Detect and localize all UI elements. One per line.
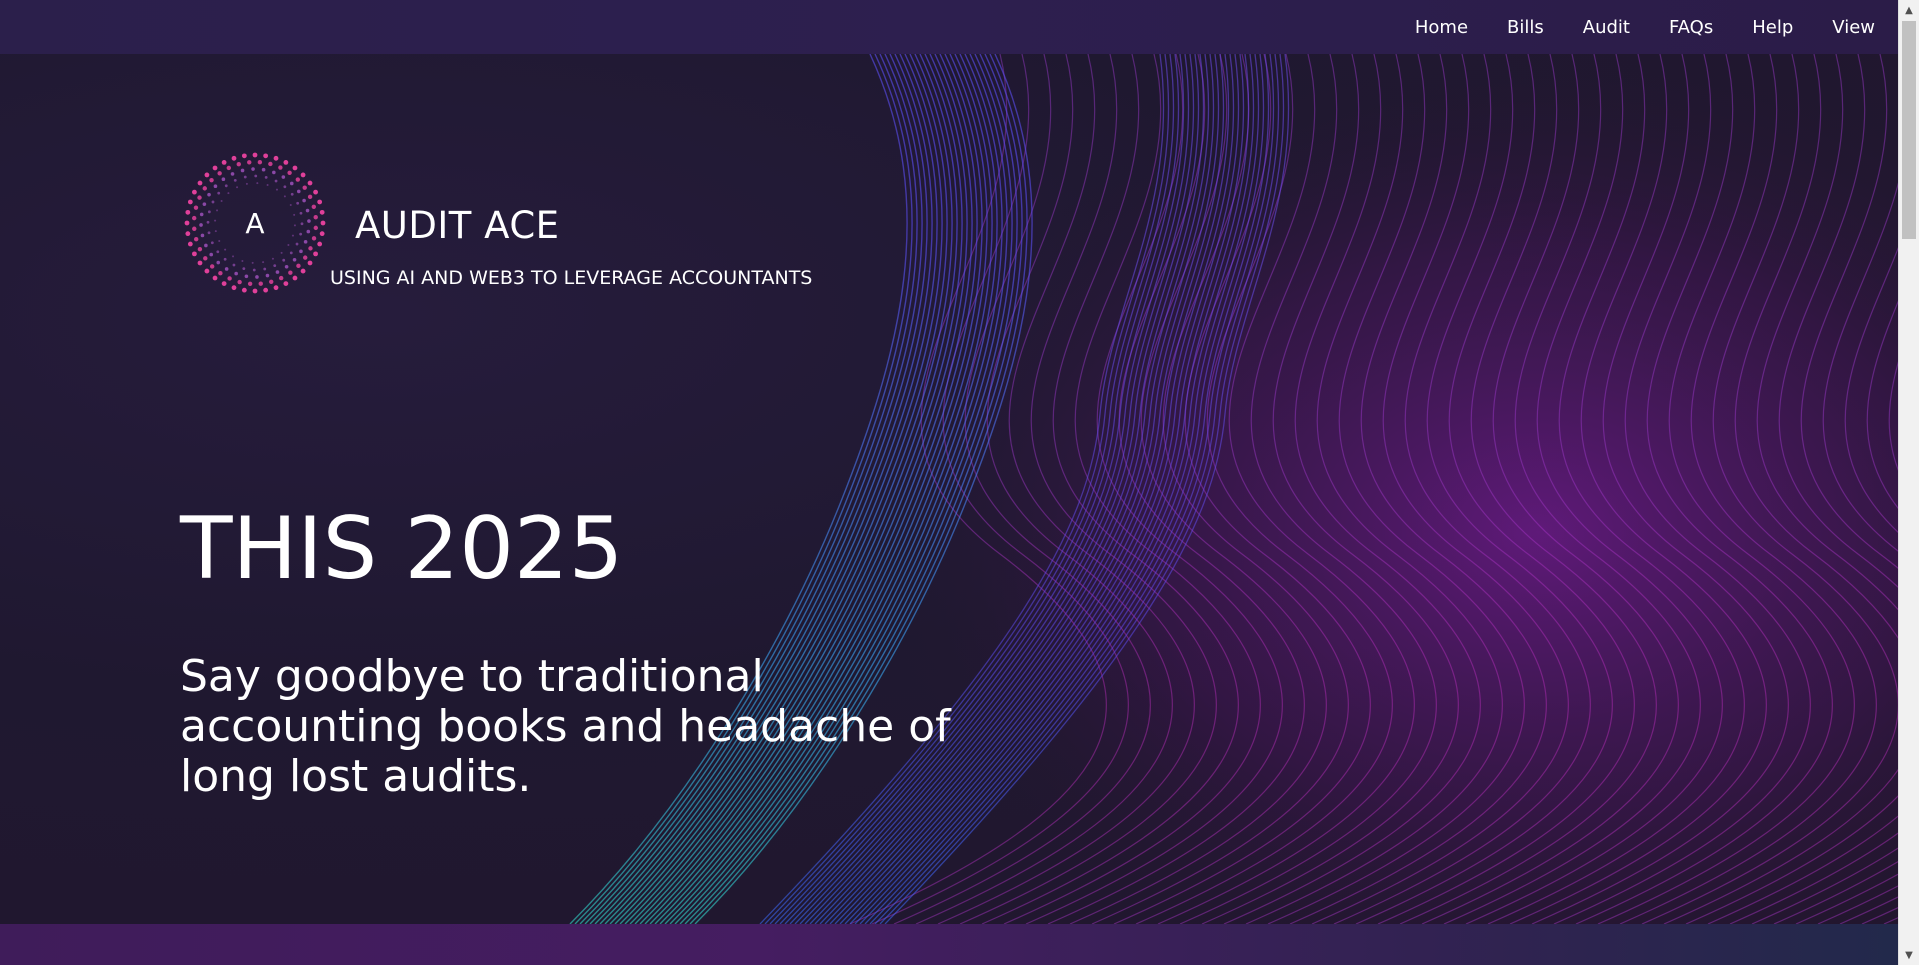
brand-tagline: USING AI AND WEB3 TO LEVERAGE ACCOUNTANT… <box>330 267 813 289</box>
brand-name: AUDIT ACE <box>355 204 560 247</box>
page: Home Bills Audit FAQs Help View A AUDIT … <box>0 0 1919 965</box>
nav-home-link[interactable]: Home <box>1415 17 1468 38</box>
logo: A <box>182 150 328 296</box>
next-section-strip <box>0 924 1898 965</box>
nav-menu: Home Bills Audit FAQs Help View <box>1415 0 1875 54</box>
triangle-up-icon[interactable]: ▲ <box>1899 0 1919 20</box>
hero-subheading: Say goodbye to traditional accounting bo… <box>180 651 951 802</box>
logo-letter: A <box>245 206 265 240</box>
hero-section: A AUDIT ACE USING AI AND WEB3 TO LEVERAG… <box>0 54 1898 924</box>
nav-audit-link[interactable]: Audit <box>1583 17 1630 38</box>
hero-heading: THIS 2025 <box>180 499 624 599</box>
scrollbar-thumb[interactable] <box>1902 21 1916 239</box>
nav-view-link[interactable]: View <box>1832 17 1875 38</box>
top-navigation: Home Bills Audit FAQs Help View <box>0 0 1898 54</box>
nav-help-link[interactable]: Help <box>1752 17 1793 38</box>
vertical-scrollbar[interactable]: ▲ ▼ <box>1898 0 1919 965</box>
nav-faqs-link[interactable]: FAQs <box>1669 17 1713 38</box>
triangle-down-icon[interactable]: ▼ <box>1899 945 1919 965</box>
nav-bills-link[interactable]: Bills <box>1507 17 1544 38</box>
